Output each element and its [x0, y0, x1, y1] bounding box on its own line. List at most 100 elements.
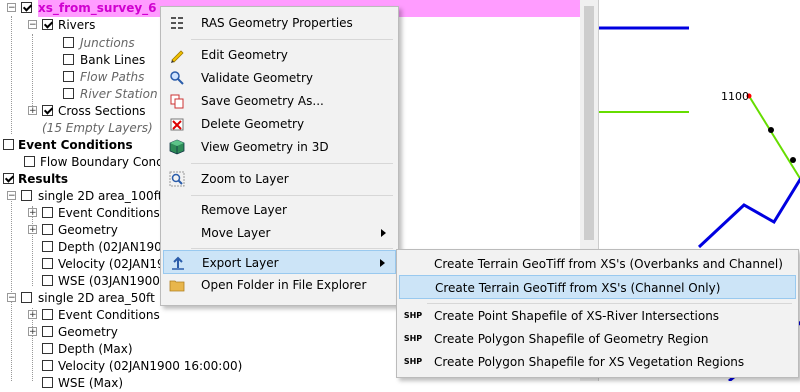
submenu-arrow-icon	[381, 229, 386, 237]
velocity-label: Velocity (02JAN1900 16:00:00)	[58, 359, 243, 373]
event-conditions-header: Event Conditions	[18, 138, 133, 152]
expand-toggle[interactable]: +	[28, 225, 37, 235]
save-as-icon	[169, 93, 185, 109]
tree-connector	[32, 34, 33, 114]
submenu-item-polygon-geometry-region[interactable]: SHP Create Polygon Shapefile of Geometry…	[399, 327, 796, 351]
cross-section-line	[748, 95, 800, 181]
submenu-item-terrain-channel-only[interactable]: Create Terrain GeoTiff from XS's (Channe…	[399, 275, 796, 299]
rivers-label: Rivers	[58, 18, 96, 32]
checkbox[interactable]	[42, 105, 53, 116]
empty-layers-label: (15 Empty Layers)	[42, 121, 153, 135]
checkbox[interactable]	[42, 326, 53, 337]
export-submenu: Create Terrain GeoTiff from XS's (Overba…	[396, 249, 799, 378]
checkbox[interactable]	[42, 275, 53, 286]
cross-sections-label: Cross Sections	[58, 104, 146, 118]
wse-label: WSE (Max)	[58, 376, 124, 390]
checkbox[interactable]	[24, 156, 35, 167]
menu-item-delete-geometry[interactable]: Delete Geometry	[163, 112, 396, 136]
checkbox[interactable]	[3, 173, 14, 184]
menu-item-open-folder[interactable]: Open Folder in File Explorer	[163, 273, 396, 297]
velocity-label: Velocity (02JAN190	[58, 257, 173, 271]
checkbox[interactable]	[42, 19, 53, 30]
shp-icon: SHP	[403, 311, 423, 320]
xs-node	[768, 127, 774, 133]
checkbox[interactable]	[42, 377, 53, 388]
menu-separator	[191, 248, 393, 249]
submenu-item-label: Create Terrain GeoTiff from XS's (Overba…	[434, 257, 783, 271]
checkbox[interactable]	[63, 88, 74, 99]
submenu-item-label: Create Polygon Shapefile for XS Vegetati…	[434, 355, 745, 369]
menu-item-label: Export Layer	[202, 256, 279, 270]
checkbox[interactable]	[42, 241, 53, 252]
checkbox[interactable]	[42, 258, 53, 269]
menu-item-label: Edit Geometry	[201, 48, 288, 62]
checkbox[interactable]	[42, 224, 53, 235]
magnifier-icon	[169, 70, 185, 86]
flow-paths-label: Flow Paths	[80, 70, 145, 84]
menu-item-label: Zoom to Layer	[201, 172, 289, 186]
checkbox[interactable]	[21, 190, 32, 201]
checkbox[interactable]	[21, 2, 32, 13]
expand-toggle[interactable]: +	[28, 106, 37, 116]
menu-item-label: View Geometry in 3D	[201, 140, 329, 154]
folder-icon	[169, 277, 185, 293]
checkbox[interactable]	[63, 71, 74, 82]
pencil-icon	[169, 47, 185, 63]
menu-item-ras-geometry-properties[interactable]: RAS Geometry Properties	[163, 11, 396, 35]
checkbox[interactable]	[42, 309, 53, 320]
checkbox[interactable]	[21, 292, 32, 303]
menu-item-save-geometry-as[interactable]: Save Geometry As...	[163, 89, 396, 113]
flow-boundary-conditions-label: Flow Boundary Conditi	[40, 155, 176, 169]
menu-item-label: Delete Geometry	[201, 117, 305, 131]
checkbox[interactable]	[63, 37, 74, 48]
shp-icon: SHP	[403, 357, 423, 366]
properties-icon	[169, 15, 185, 31]
menu-item-edit-geometry[interactable]: Edit Geometry	[163, 43, 396, 67]
checkbox[interactable]	[63, 54, 74, 65]
export-icon	[170, 255, 186, 271]
geometry-label: Geometry	[58, 223, 118, 237]
menu-item-zoom-to-layer[interactable]: Zoom to Layer	[163, 167, 396, 191]
junctions-label: Junctions	[80, 36, 135, 50]
collapse-toggle[interactable]: −	[7, 191, 16, 201]
menu-item-label: RAS Geometry Properties	[201, 16, 353, 30]
event-conditions-label: Event Conditions	[58, 308, 160, 322]
tree-connector	[32, 206, 33, 286]
collapse-toggle[interactable]: −	[7, 293, 16, 303]
station-label: 1100	[721, 90, 749, 103]
checkbox[interactable]	[42, 360, 53, 371]
collapse-toggle[interactable]: −	[7, 3, 16, 13]
bank-lines-label: Bank Lines	[80, 53, 146, 67]
menu-item-move-layer[interactable]: Move Layer	[163, 221, 396, 245]
collapse-toggle[interactable]: −	[28, 20, 37, 30]
river-line	[697, 177, 800, 249]
expand-toggle[interactable]: +	[28, 310, 37, 320]
results-header: Results	[18, 172, 69, 186]
expand-toggle[interactable]: +	[28, 208, 37, 218]
delete-icon	[169, 116, 185, 132]
menu-separator	[191, 195, 393, 196]
menu-item-label: Remove Layer	[201, 203, 287, 217]
context-menu: RAS Geometry Properties Edit Geometry Va…	[160, 6, 399, 306]
menu-item-view-geometry-3d[interactable]: View Geometry in 3D	[163, 135, 396, 159]
submenu-item-point-shapefile[interactable]: SHP Create Point Shapefile of XS-River I…	[399, 304, 796, 328]
menu-item-validate-geometry[interactable]: Validate Geometry	[163, 66, 396, 90]
submenu-arrow-icon	[380, 259, 385, 267]
result-100ft-label: single 2D area_100ft	[38, 189, 163, 203]
zoom-icon	[169, 171, 185, 187]
scrollbar-thumb[interactable]	[584, 6, 594, 240]
menu-item-label: Open Folder in File Explorer	[201, 278, 367, 292]
submenu-item-terrain-overbanks-channel[interactable]: Create Terrain GeoTiff from XS's (Overba…	[399, 252, 796, 276]
menu-item-label: Validate Geometry	[201, 71, 314, 85]
expand-toggle[interactable]: +	[28, 327, 37, 337]
menu-item-remove-layer[interactable]: Remove Layer	[163, 198, 396, 222]
menu-item-export-layer[interactable]: Export Layer	[163, 250, 396, 274]
submenu-item-polygon-vegetation-regions[interactable]: SHP Create Polygon Shapefile for XS Vege…	[399, 350, 796, 374]
tree-connector	[11, 298, 12, 381]
river-station-markers-label: River Station M	[80, 87, 172, 101]
checkbox[interactable]	[42, 207, 53, 218]
depth-label: Depth (02JAN1900	[58, 240, 170, 254]
wse-label: WSE (03JAN1900 0	[58, 274, 172, 288]
checkbox[interactable]	[42, 343, 53, 354]
checkbox[interactable]	[3, 139, 14, 150]
